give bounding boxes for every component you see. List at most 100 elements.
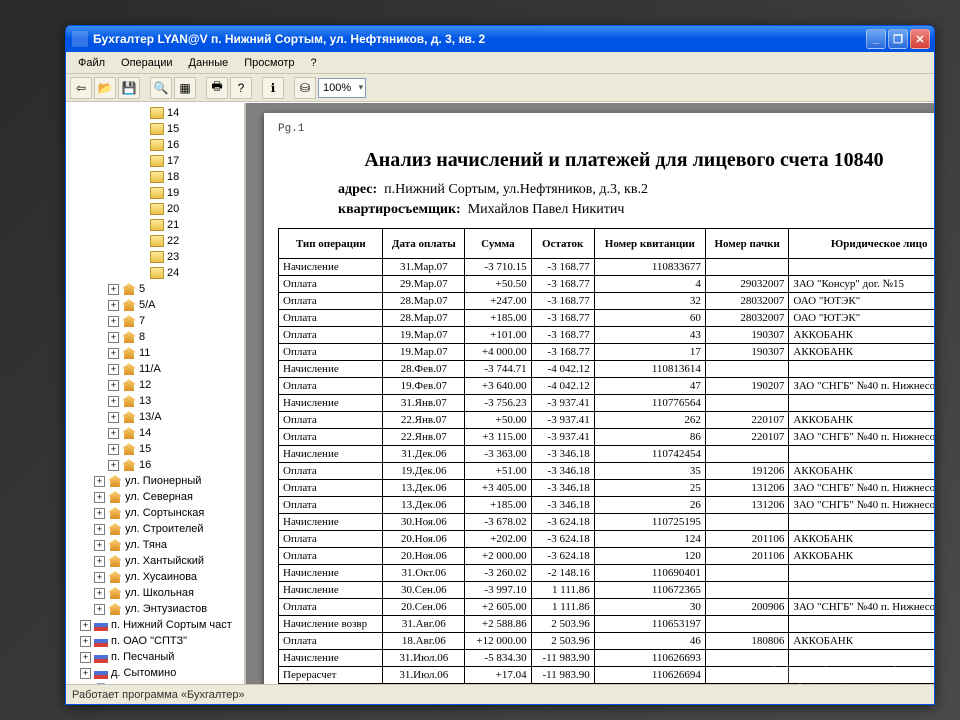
tree-apartment[interactable]: +16 xyxy=(66,457,244,473)
tree-apartment[interactable]: +11/А xyxy=(66,361,244,377)
folder-icon xyxy=(150,187,164,199)
tree-apartment[interactable]: +7 xyxy=(66,313,244,329)
tree-folder[interactable]: 22 xyxy=(66,233,244,249)
house-icon xyxy=(122,411,136,423)
zoom-select[interactable]: 100% xyxy=(318,78,366,98)
tool-grid-icon[interactable]: ▦ xyxy=(174,77,196,99)
tree-apartment[interactable]: +12 xyxy=(66,377,244,393)
house-icon xyxy=(108,491,122,503)
column-header: Номер пачки xyxy=(705,229,788,259)
tree-street[interactable]: +ул. Пионерный xyxy=(66,473,244,489)
tree-folder[interactable]: 24 xyxy=(66,265,244,281)
tree-folder[interactable]: 21 xyxy=(66,217,244,233)
house-icon xyxy=(108,603,122,615)
statusbar: Работает программа «Бухгалтер» xyxy=(66,684,934,704)
tree-apartment[interactable]: +5 xyxy=(66,281,244,297)
table-row: Перерасчет31.Июл.06+17.04-11 983.9011062… xyxy=(279,667,935,684)
tree-folder[interactable]: 19 xyxy=(66,185,244,201)
folder-icon xyxy=(150,267,164,279)
tree-street[interactable]: +ул. Северная xyxy=(66,489,244,505)
column-header: Дата оплаты xyxy=(383,229,465,259)
table-row: Оплата18.Авг.06+12 000.002 503.964618080… xyxy=(279,633,935,650)
tool-print-icon[interactable]: 🖶 xyxy=(206,77,228,99)
tree-apartment[interactable]: +11 xyxy=(66,345,244,361)
status-text: Работает программа «Бухгалтер» xyxy=(72,689,245,701)
tree-folder[interactable]: 20 xyxy=(66,201,244,217)
tree-folder[interactable]: 18 xyxy=(66,169,244,185)
tree-apartment[interactable]: +5/А xyxy=(66,297,244,313)
tree-street[interactable]: +ул. Строителей xyxy=(66,521,244,537)
folder-icon xyxy=(150,139,164,151)
house-icon xyxy=(108,587,122,599)
tree-apartment[interactable]: +13/А xyxy=(66,409,244,425)
folder-icon xyxy=(150,235,164,247)
flag-icon xyxy=(94,635,108,647)
tree-street[interactable]: +ул. Тяна xyxy=(66,537,244,553)
tree-street[interactable]: +ул. Энтузиастов xyxy=(66,601,244,617)
titlebar[interactable]: Бухгалтер LYAN@V п. Нижний Сортым, ул. Н… xyxy=(66,26,934,52)
house-icon xyxy=(122,459,136,471)
maximize-button[interactable]: ❐ xyxy=(888,29,908,49)
tree-apartment[interactable]: +8 xyxy=(66,329,244,345)
tree-street[interactable]: +ул. Школьная xyxy=(66,585,244,601)
tool-back-icon[interactable]: ⇦ xyxy=(70,77,92,99)
menu-operations[interactable]: Операции xyxy=(113,55,180,71)
table-row: Оплата29.Мар.07+50.50-3 168.77429032007З… xyxy=(279,276,935,293)
folder-icon xyxy=(150,155,164,167)
tree-apartment[interactable]: +15 xyxy=(66,441,244,457)
tree-street[interactable]: +ул. Сортынская xyxy=(66,505,244,521)
tree-folder[interactable]: 15 xyxy=(66,121,244,137)
tree-village[interactable]: +д. Сытомино xyxy=(66,665,244,681)
tree-street[interactable]: +ул. Хантыйский xyxy=(66,553,244,569)
tree-apartment[interactable]: +13 xyxy=(66,393,244,409)
house-icon xyxy=(122,347,136,359)
tree-panel[interactable]: 1415161718192021222324+5+5/А+7+8+11+11/А… xyxy=(66,103,246,684)
menu-help[interactable]: ? xyxy=(303,55,325,71)
folder-icon xyxy=(150,171,164,183)
table-row: Начисление возвр31.Авг.06+2 588.862 503.… xyxy=(279,616,935,633)
tree-town[interactable]: +п. Песчаный xyxy=(66,649,244,665)
folder-icon xyxy=(150,251,164,263)
menu-data[interactable]: Данные xyxy=(181,55,237,71)
tree-town[interactable]: +п. Нижний Сортым част xyxy=(66,617,244,633)
menu-view[interactable]: Просмотр xyxy=(236,55,302,71)
toolbar: ⇦ 📂 💾 🔍 ▦ 🖶 ? ℹ ⛁ 100% xyxy=(66,74,934,102)
tool-save-icon[interactable]: 💾 xyxy=(118,77,140,99)
tool-open-icon[interactable]: 📂 xyxy=(94,77,116,99)
minimize-button[interactable]: _ xyxy=(866,29,886,49)
table-row: Начисление30.Сен.06-3 997.101 111.861106… xyxy=(279,582,935,599)
table-row: Оплата20.Ноя.06+2 000.00-3 624.181202011… xyxy=(279,548,935,565)
tool-help-icon[interactable]: ? xyxy=(230,77,252,99)
table-row: Оплата28.Мар.07+247.00-3 168.77322803200… xyxy=(279,293,935,310)
tree-folder[interactable]: 23 xyxy=(66,249,244,265)
table-row: Оплата19.Мар.07+4 000.00-3 168.771719030… xyxy=(279,344,935,361)
document-viewport[interactable]: Pg.1 Анализ начислений и платежей для ли… xyxy=(246,103,934,684)
house-icon xyxy=(108,571,122,583)
house-icon xyxy=(122,379,136,391)
table-row: Начисление31.Окт.06-3 260.02-2 148.16110… xyxy=(279,565,935,582)
column-header: Юридическое лицо xyxy=(789,229,934,259)
house-icon xyxy=(122,331,136,343)
tree-folder[interactable]: 16 xyxy=(66,137,244,153)
house-icon xyxy=(122,299,136,311)
tool-find-icon[interactable]: 🔍 xyxy=(150,77,172,99)
close-button[interactable]: ✕ xyxy=(910,29,930,49)
table-row: Начисление28.Фев.07-3 744.71-4 042.12110… xyxy=(279,361,935,378)
house-icon xyxy=(122,283,136,295)
house-icon xyxy=(122,395,136,407)
tree-folder[interactable]: 17 xyxy=(66,153,244,169)
tree-folder[interactable]: 14 xyxy=(66,105,244,121)
tool-tree-icon[interactable]: ⛁ xyxy=(294,77,316,99)
tool-info-icon[interactable]: ℹ xyxy=(262,77,284,99)
tree-street[interactable]: +ул. Хусаинова xyxy=(66,569,244,585)
tree-apartment[interactable]: +14 xyxy=(66,425,244,441)
column-header: Остаток xyxy=(531,229,594,259)
table-row: Оплата22.Янв.07+50.00-3 937.41262220107А… xyxy=(279,412,935,429)
table-row: Оплата13.Дек.06+185.00-3 346.1826131206З… xyxy=(279,497,935,514)
table-row: Оплата22.Янв.07+3 115.00-3 937.418622010… xyxy=(279,429,935,446)
table-row: Начисление30.Ноя.06-3 678.02-3 624.18110… xyxy=(279,514,935,531)
tree-town[interactable]: +п. ОАО "СПТЗ" xyxy=(66,633,244,649)
report-page: Pg.1 Анализ начислений и платежей для ли… xyxy=(264,113,934,684)
table-row: Начисление31.Мар.07-3 710.15-3 168.77110… xyxy=(279,259,935,276)
menu-file[interactable]: Файл xyxy=(70,55,113,71)
